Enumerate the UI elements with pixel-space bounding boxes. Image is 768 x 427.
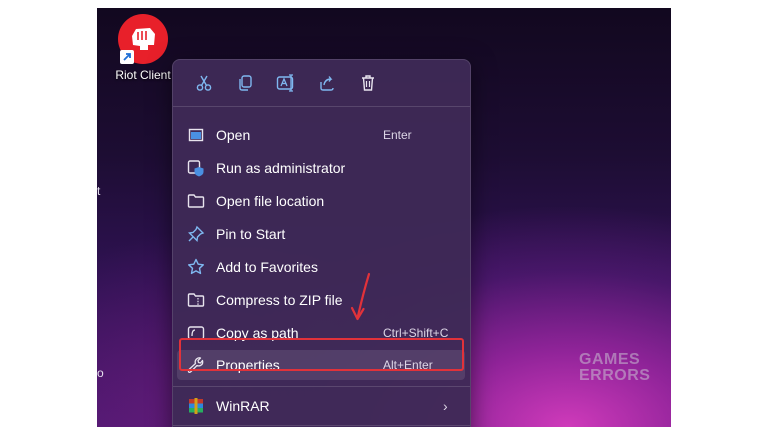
delete-button[interactable] (347, 67, 388, 99)
watermark-line: GAMES (579, 351, 641, 368)
menu-item-label: WinRAR (216, 398, 270, 414)
trash-icon (361, 75, 374, 91)
menu-item-winrar[interactable]: WinRAR › (177, 391, 465, 421)
open-window-icon (187, 126, 205, 144)
context-menu-toolbar (173, 60, 470, 107)
folder-icon (187, 192, 205, 210)
scissors-icon (196, 75, 211, 91)
menu-separator (173, 386, 470, 387)
copy-button[interactable] (224, 67, 265, 99)
menu-item-label: Add to Favorites (216, 259, 318, 275)
shortcut-arrow-icon (120, 50, 134, 64)
menu-item-open[interactable]: Open Enter (177, 120, 465, 150)
shield-admin-icon (187, 159, 205, 177)
zip-folder-icon (187, 291, 205, 309)
menu-item-label: Open (216, 127, 251, 143)
desktop-icon-label: Riot Client (115, 68, 171, 82)
desktop-shortcut-riot-client[interactable]: Riot Client (107, 14, 179, 82)
share-button[interactable] (306, 67, 347, 99)
pin-icon (187, 225, 205, 243)
menu-separator (173, 425, 470, 426)
cut-button[interactable] (183, 67, 224, 99)
menu-item-label: Compress to ZIP file (216, 292, 343, 308)
star-icon (187, 258, 205, 276)
menu-item-open-file-location[interactable]: Open file location (177, 186, 465, 216)
menu-item-compress-to-zip[interactable]: Compress to ZIP file (177, 285, 465, 315)
desktop-edge-text-fragment: t (97, 184, 101, 198)
menu-item-label: Run as administrator (216, 160, 346, 176)
rename-button[interactable] (265, 67, 306, 99)
watermark-logo: GAMES ERRORS (579, 352, 650, 384)
menu-item-shortcut: Enter (383, 128, 412, 142)
watermark-line: ERRORS (579, 367, 651, 384)
menu-item-label: Open file location (216, 193, 325, 209)
properties-highlight-box (179, 338, 464, 371)
menu-item-label: Pin to Start (216, 226, 286, 242)
context-menu: Open Enter Run as administrator Open fil… (172, 59, 471, 427)
menu-item-add-to-favorites[interactable]: Add to Favorites (177, 252, 465, 282)
riot-client-logo-icon (118, 14, 168, 64)
screenshot-page: Riot Client t o Open Enter Run as admini… (0, 0, 768, 427)
share-icon (319, 76, 334, 91)
chevron-right-icon: › (443, 398, 448, 414)
copy-icon (238, 75, 252, 91)
menu-item-run-as-administrator[interactable]: Run as administrator (177, 153, 465, 183)
desktop-edge-text-fragment: o (97, 366, 104, 380)
winrar-icon (187, 397, 205, 415)
rename-icon (276, 74, 293, 92)
red-arrow-annotation-icon (350, 272, 371, 321)
menu-item-pin-to-start[interactable]: Pin to Start (177, 219, 465, 249)
